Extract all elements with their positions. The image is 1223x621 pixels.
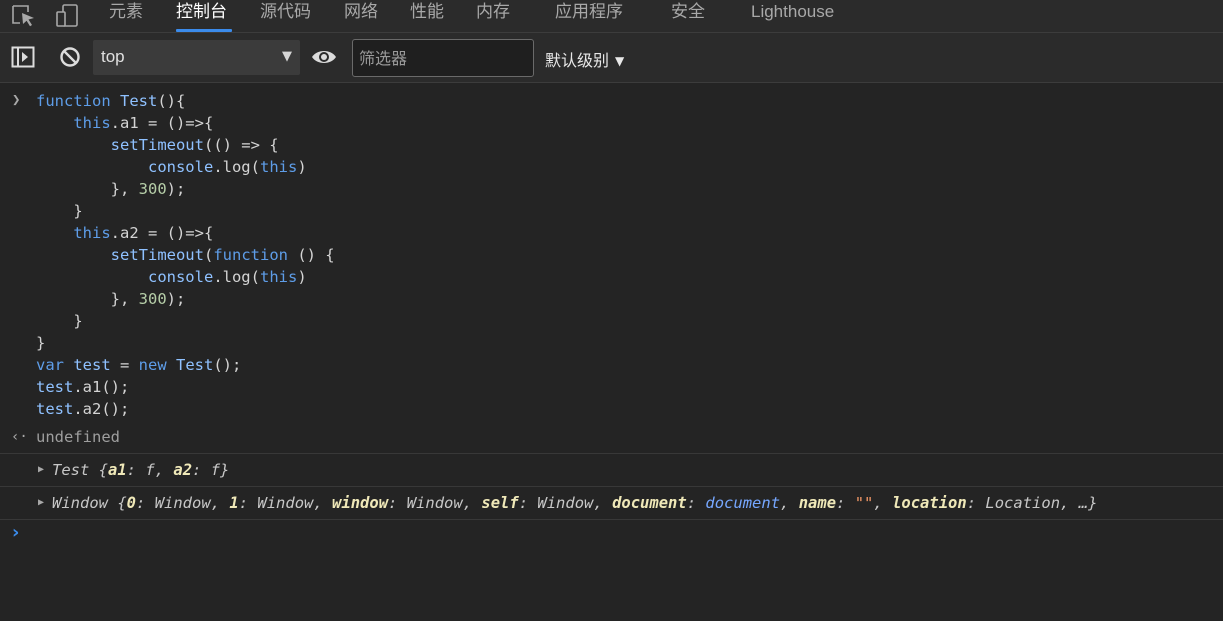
log-entry-test-object[interactable]: ▶ Test {a1: f, a2: f} [0,454,1223,487]
property-key: self [481,494,519,512]
toggle-sidebar-icon[interactable] [11,46,35,72]
tab-network[interactable]: 网络 [344,0,378,32]
tab-lighthouse[interactable]: Lighthouse [751,0,834,32]
property-value: document [705,494,781,512]
property-key: 0 [126,494,137,512]
result-value: undefined [36,428,120,446]
tab-sources[interactable]: 源代码 [260,0,311,32]
context-value: top [101,47,125,66]
code-line: }, 300); [110,290,186,308]
property-key: window [332,494,389,512]
code-line: } [36,202,83,220]
live-expression-icon[interactable] [311,48,337,70]
property-value: Window [257,494,314,512]
console-prompt[interactable]: › [0,520,1223,548]
code-line: console.log(this) [147,158,307,176]
clear-console-icon[interactable] [59,46,81,72]
code-line: test.a2(); [36,400,130,418]
code-line: setTimeout(() => { [110,136,279,154]
window-properties: 0: Window, 1: Window, window: Window, se… [127,494,1079,512]
property-value: "" [854,494,874,512]
tab-console[interactable]: 控制台 [176,0,227,32]
console-toolbar: top ▼ 默认级别 ▼ [0,33,1223,83]
property-value: Window [537,494,594,512]
log-levels-dropdown[interactable]: 默认级别 ▼ [545,47,624,71]
console-output: ❯ function Test(){ this.a1 = ()=>{ setTi… [0,83,1223,548]
window-property: window: Window, [332,494,482,512]
property-key: name [798,494,837,512]
window-property: name: "", [798,494,893,512]
tab-performance[interactable]: 性能 [410,0,444,32]
window-property: location: Location, [892,494,1079,512]
property-value: Window [154,494,211,512]
chevron-right-icon: › [12,522,20,543]
window-property: document: document, [612,494,799,512]
property-key: document [612,494,687,512]
inspect-element-icon[interactable] [11,4,37,28]
code-line: test.a1(); [36,378,130,396]
log-entry-window-object[interactable]: ▶ Window {0: Window, 1: Window, window: W… [0,487,1223,520]
window-property: self: Window, [481,494,613,512]
tab-security[interactable]: 安全 [671,0,705,32]
tab-elements[interactable]: 元素 [109,0,143,32]
dropdown-triangle-icon: ▼ [282,49,292,64]
log-levels-label: 默认级别 [545,51,610,70]
property-value: Window [406,494,463,512]
console-input-echo: ❯ function Test(){ this.a1 = ()=>{ setTi… [0,83,1223,426]
property-key: location [892,494,967,512]
devtools-tab-bar: 元素 控制台 源代码 网络 性能 内存 应用程序 安全 Lighthouse [0,0,1223,33]
property-key: 1 [229,494,239,512]
tab-memory[interactable]: 内存 [476,0,510,32]
code-line: function Test(){ [36,92,186,110]
expand-triangle-icon[interactable]: ▶ [38,487,44,519]
code-line: } [36,334,46,352]
eval-result: ‹· undefined [0,426,1223,454]
code-line: this.a2 = ()=>{ [73,224,214,242]
code-line: var test = new Test(); [36,356,242,374]
filter-input[interactable] [352,39,534,77]
code-line: } [36,312,83,330]
code-line: console.log(this) [147,268,307,286]
code-line: setTimeout(function () { [110,246,335,264]
code-line: }, 300); [110,180,186,198]
expand-triangle-icon[interactable]: ▶ [38,454,44,486]
device-toolbar-icon[interactable] [55,4,81,28]
return-arrow-icon: ‹· [11,429,28,445]
context-selector[interactable]: top ▼ [93,40,300,75]
chevron-right-icon: ❯ [12,92,21,108]
window-property: 1: Window, [229,494,333,512]
active-tab-indicator [176,29,232,32]
tab-application[interactable]: 应用程序 [555,0,623,32]
dropdown-triangle-icon: ▼ [615,54,625,68]
window-property: 0: Window, [126,494,230,512]
code-line: this.a1 = ()=>{ [73,114,214,132]
property-value: Location [985,494,1061,512]
